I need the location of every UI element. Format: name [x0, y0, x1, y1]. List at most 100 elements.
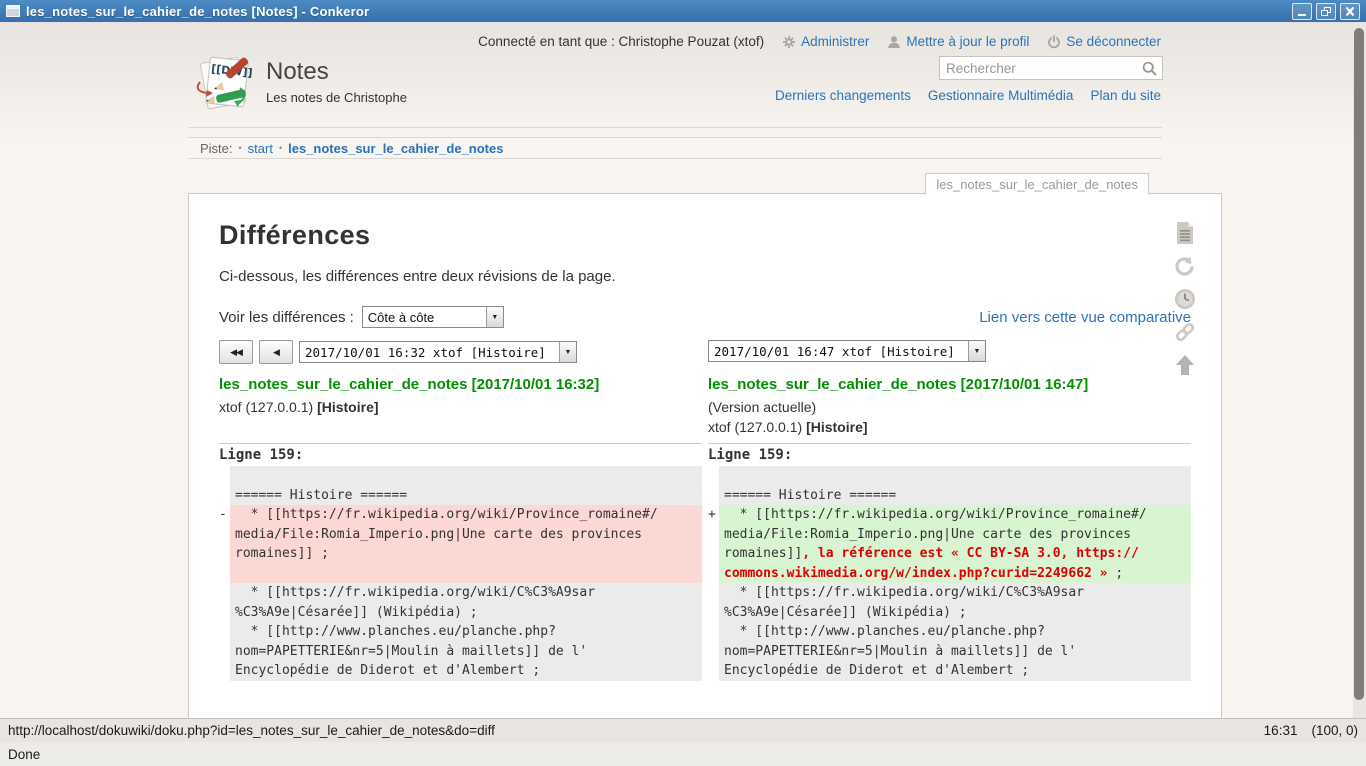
left-revision-link[interactable]: les_notes_sur_le_cahier_de_notes [2017/1…: [219, 376, 599, 393]
diff-left-column: ====== Histoire ======- * [[https://fr.w…: [219, 466, 702, 681]
diff-line: [219, 466, 702, 486]
page-icon: [1174, 221, 1196, 245]
page-tools: [1172, 220, 1198, 378]
diff-view-select-value: Côte à côte: [363, 307, 486, 327]
header-link-sitemap[interactable]: Plan du site: [1090, 88, 1161, 103]
header-link-recent-changes[interactable]: Derniers changements: [775, 88, 911, 103]
breadcrumb-separator: •: [279, 143, 282, 153]
site-title[interactable]: Notes: [266, 58, 329, 86]
left-revision-select-value: 2017/10/01 16:32 xtof [Histoire]: [300, 342, 559, 362]
diff-line: nom=PAPETTERIE&nr=5|Moulin à maillets]] …: [708, 642, 1191, 662]
revert-button[interactable]: [1172, 253, 1198, 279]
breadcrumb-label: Piste:: [200, 141, 233, 156]
logout-link[interactable]: Se déconnecter: [1047, 34, 1161, 49]
header-link-media-manager[interactable]: Gestionnaire Multimédia: [928, 88, 1074, 103]
window-titlebar[interactable]: les_notes_sur_le_cahier_de_notes [Notes]…: [0, 0, 1366, 22]
mode-line: http://localhost/dokuwiki/doku.php?id=le…: [0, 718, 1366, 742]
echo-area: Done: [0, 742, 1366, 766]
logout-link-label[interactable]: Se déconnecter: [1066, 34, 1161, 49]
diff-line: %C3%A9e|Césarée]] (Wikipédia) ;: [708, 603, 1191, 623]
vertical-scrollbar[interactable]: [1353, 22, 1366, 718]
diff-view-select[interactable]: Côte à côte ▼: [362, 306, 504, 328]
show-page-button[interactable]: [1172, 220, 1198, 246]
diff-line: media/File:Romia_Imperio.png|Une carte d…: [708, 525, 1191, 545]
breadcrumb-link-start[interactable]: start: [248, 141, 273, 156]
right-revision-header: les_notes_sur_le_cahier_de_notes [2017/1…: [708, 376, 1191, 439]
status-scroll-position: (100, 0): [1311, 723, 1358, 738]
close-button[interactable]: [1340, 3, 1360, 20]
diff-line: * [[http://www.planches.eu/planche.php?: [708, 622, 1191, 642]
diff-line: romaines]] ;: [219, 544, 702, 564]
chevron-down-icon: ▼: [486, 307, 503, 327]
diff-line: %C3%A9e|Césarée]] (Wikipédia) ;: [219, 603, 702, 623]
right-revision-select-value: 2017/10/01 16:47 xtof [Histoire]: [709, 341, 968, 361]
chevron-down-icon: ▼: [968, 341, 985, 361]
profile-link-label[interactable]: Mettre à jour le profil: [906, 34, 1029, 49]
header-divider: [188, 127, 1162, 128]
close-icon: [1344, 6, 1356, 17]
view-select-label: Voir les différences :: [219, 309, 354, 326]
diff-line: ====== Histoire ======: [219, 486, 702, 506]
admin-link[interactable]: Administrer: [782, 34, 869, 49]
right-revision-link[interactable]: les_notes_sur_le_cahier_de_notes [2017/1…: [708, 376, 1088, 393]
right-revision-author: xtof (127.0.0.1): [708, 419, 806, 435]
window-icon: [6, 5, 20, 17]
dokuwiki-logo[interactable]: [[DW]]: [190, 52, 258, 114]
right-revision-history: [Histoire]: [806, 419, 867, 435]
search-icon[interactable]: [1142, 61, 1157, 76]
page-title: Différences: [219, 220, 1191, 251]
window-title: les_notes_sur_le_cahier_de_notes [Notes]…: [26, 4, 1292, 19]
diff-line: + * [[https://fr.wikipedia.org/wiki/Prov…: [708, 505, 1191, 525]
restore-button[interactable]: [1316, 3, 1336, 20]
logged-in-text: Connecté en tant que : Christophe Pouzat…: [478, 34, 764, 49]
chevron-down-icon: ▼: [559, 342, 576, 362]
top-icon: [1174, 353, 1196, 377]
admin-link-label[interactable]: Administrer: [801, 34, 869, 49]
breadcrumb-separator: •: [239, 143, 242, 153]
left-revision-author: xtof (127.0.0.1): [219, 399, 317, 415]
profile-link[interactable]: Mettre à jour le profil: [887, 34, 1029, 49]
left-revision-header: les_notes_sur_le_cahier_de_notes [2017/1…: [219, 376, 702, 439]
search-input[interactable]: [940, 61, 1142, 76]
restore-icon: [1320, 6, 1332, 17]
diff-right-column: ====== Histoire ======+ * [[https://fr.w…: [708, 466, 1191, 681]
breadcrumb-link-current[interactable]: les_notes_sur_le_cahier_de_notes: [288, 141, 503, 156]
left-revision-select[interactable]: 2017/10/01 16:32 xtof [Histoire] ▼: [299, 341, 577, 363]
gear-icon: [782, 35, 796, 49]
status-clock: 16:31: [1264, 723, 1298, 738]
power-icon: [1047, 35, 1061, 49]
link-icon: [1173, 320, 1197, 344]
back-to-top-button[interactable]: [1172, 352, 1198, 378]
right-line-header: Ligne 159:: [708, 443, 1191, 466]
diff-line: * [[https://fr.wikipedia.org/wiki/C%C3%A…: [708, 583, 1191, 603]
first-diff-button[interactable]: ◀◀: [219, 340, 253, 364]
status-url: http://localhost/dokuwiki/doku.php?id=le…: [0, 723, 1264, 738]
scrollbar-thumb[interactable]: [1354, 28, 1364, 700]
diff-line: - * [[https://fr.wikipedia.org/wiki/Prov…: [219, 505, 702, 525]
minimize-button[interactable]: [1292, 3, 1312, 20]
content-page: Différences Ci-dessous, les différences …: [188, 193, 1222, 718]
diff-line: * [[http://www.planches.eu/planche.php?: [219, 622, 702, 642]
user-icon: [887, 35, 901, 49]
left-line-header: Ligne 159:: [219, 443, 702, 466]
clock-icon: [1173, 287, 1197, 311]
user-bar: Connecté en tant que : Christophe Pouzat…: [478, 34, 1161, 49]
compare-view-link[interactable]: Lien vers cette vue comparative: [979, 309, 1191, 326]
diff-line: [708, 466, 1191, 486]
diff-line: commons.wikimedia.org/w/index.php?curid=…: [708, 564, 1191, 584]
status-message: Done: [8, 747, 40, 762]
diff-line: Encyclopédie de Diderot et d'Alembert ;: [708, 661, 1191, 681]
right-revision-select[interactable]: 2017/10/01 16:47 xtof [Histoire] ▼: [708, 340, 986, 362]
site-tagline: Les notes de Christophe: [266, 90, 407, 105]
header-links: Derniers changements Gestionnaire Multim…: [775, 88, 1161, 103]
diff-line: romaines]], la référence est « CC BY-SA …: [708, 544, 1191, 564]
diff-line: Encyclopédie de Diderot et d'Alembert ;: [219, 661, 702, 681]
search-box[interactable]: [939, 56, 1163, 80]
browser-viewport: Connecté en tant que : Christophe Pouzat…: [0, 22, 1353, 718]
prev-diff-button[interactable]: ◀: [259, 340, 293, 364]
old-revisions-button[interactable]: [1172, 286, 1198, 312]
backlinks-button[interactable]: [1172, 319, 1198, 345]
right-revision-current: (Version actuelle): [708, 399, 1191, 416]
breadcrumb: Piste: • start • les_notes_sur_le_cahier…: [188, 137, 1162, 159]
page-name-tab: les_notes_sur_le_cahier_de_notes: [925, 173, 1149, 195]
